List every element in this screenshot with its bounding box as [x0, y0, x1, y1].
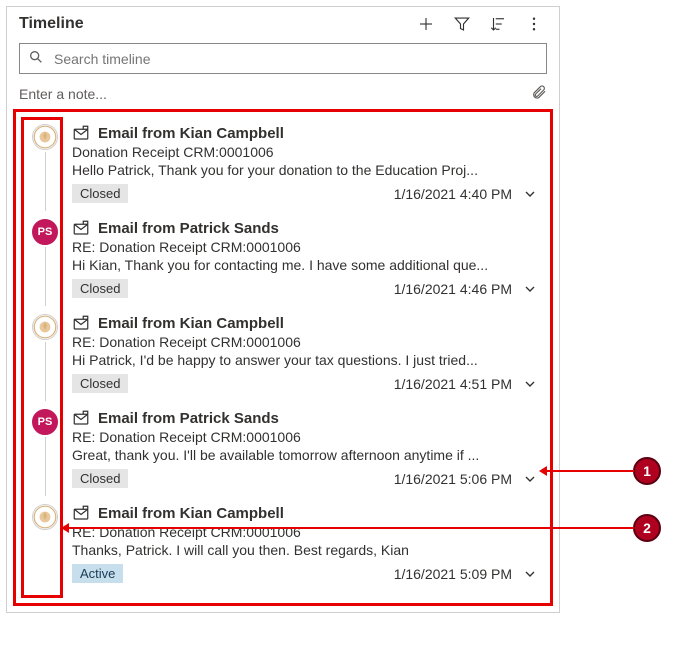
title-row: Email from Patrick Sands	[72, 219, 538, 237]
mail-icon	[72, 124, 90, 142]
chevron-down-icon[interactable]	[522, 281, 538, 297]
item-preview: Hi Patrick, I'd be happy to answer your …	[72, 352, 512, 368]
item-subject: Donation Receipt CRM:0001006	[72, 144, 538, 160]
timeline-connector	[45, 342, 46, 401]
timestamp: 1/16/2021 4:51 PM	[394, 376, 512, 392]
timestamp: 1/16/2021 5:09 PM	[394, 566, 512, 582]
title-row: Email from Patrick Sands	[72, 409, 538, 427]
callout-badge-1: 1	[633, 457, 661, 485]
item-subject: RE: Donation Receipt CRM:0001006	[72, 239, 538, 255]
item-footer: Active 1/16/2021 5:09 PM	[72, 564, 538, 583]
item-subject: RE: Donation Receipt CRM:0001006	[72, 334, 538, 350]
item-title: Email from Kian Campbell	[98, 125, 284, 142]
callout-arrow	[542, 470, 634, 472]
avatar: PS	[32, 409, 58, 435]
timeline-connector	[45, 247, 46, 306]
timeline-item[interactable]: Email from Kian Campbell Donation Receipt…	[24, 120, 542, 215]
timeline-item[interactable]: PS Email from Patrick Sands RE: Donation R…	[24, 215, 542, 310]
avatar	[32, 124, 58, 150]
mail-icon	[72, 314, 90, 332]
avatar-column: PS	[24, 409, 66, 496]
mail-icon	[72, 219, 90, 237]
chevron-down-icon[interactable]	[522, 566, 538, 582]
status-badge: Closed	[72, 374, 128, 393]
timeline-connector	[45, 152, 46, 211]
timestamp: 1/16/2021 4:40 PM	[394, 186, 512, 202]
mail-icon	[72, 409, 90, 427]
avatar	[32, 504, 58, 530]
item-content: Email from Patrick Sands RE: Donation Rec…	[66, 219, 542, 306]
search-icon	[28, 49, 44, 68]
page-title: Timeline	[19, 15, 417, 33]
attachment-icon[interactable]	[531, 84, 547, 103]
search-box[interactable]	[19, 43, 547, 74]
item-preview: Hello Patrick, Thank you for your donati…	[72, 162, 512, 178]
item-preview: Hi Kian, Thank you for contacting me. I …	[72, 257, 512, 273]
item-content: Email from Kian Campbell RE: Donation Rec…	[66, 314, 542, 401]
item-content: Email from Patrick Sands RE: Donation Rec…	[66, 409, 542, 496]
callout-1: 1	[542, 457, 661, 485]
sort-icon[interactable]	[489, 15, 507, 33]
chevron-down-icon[interactable]	[522, 376, 538, 392]
title-row: Email from Kian Campbell	[72, 124, 538, 142]
item-footer: Closed 1/16/2021 4:51 PM	[72, 374, 538, 393]
header-actions	[417, 15, 547, 33]
timestamp: 1/16/2021 5:06 PM	[394, 471, 512, 487]
item-preview: Great, thank you. I'll be available tomo…	[72, 447, 512, 463]
timeline-item[interactable]: PS Email from Patrick Sands RE: Donation R…	[24, 405, 542, 500]
avatar: PS	[32, 219, 58, 245]
item-preview: Thanks, Patrick. I will call you then. B…	[72, 542, 512, 558]
item-title: Email from Patrick Sands	[98, 410, 279, 427]
avatar	[32, 314, 58, 340]
item-title: Email from Kian Campbell	[98, 315, 284, 332]
search-input[interactable]	[52, 50, 538, 68]
more-icon[interactable]	[525, 15, 543, 33]
status-badge: Closed	[72, 184, 128, 203]
title-row: Email from Kian Campbell	[72, 314, 538, 332]
item-footer: Closed 1/16/2021 4:46 PM	[72, 279, 538, 298]
item-title: Email from Patrick Sands	[98, 220, 279, 237]
add-icon[interactable]	[417, 15, 435, 33]
status-badge: Active	[72, 564, 123, 583]
timeline-connector	[45, 437, 46, 496]
note-row[interactable]: Enter a note...	[7, 80, 559, 109]
item-footer: Closed 1/16/2021 4:40 PM	[72, 184, 538, 203]
callout-2: 2	[64, 514, 661, 542]
item-subject: RE: Donation Receipt CRM:0001006	[72, 429, 538, 445]
item-footer: Closed 1/16/2021 5:06 PM	[72, 469, 538, 488]
status-badge: Closed	[72, 469, 128, 488]
avatar-column: PS	[24, 219, 66, 306]
callout-badge-2: 2	[633, 514, 661, 542]
item-content: Email from Kian Campbell Donation Receipt…	[66, 124, 542, 211]
timestamp: 1/16/2021 4:46 PM	[394, 281, 512, 297]
timeline-item[interactable]: Email from Kian Campbell RE: Donation Rec…	[24, 310, 542, 405]
filter-icon[interactable]	[453, 15, 471, 33]
avatar-column	[24, 504, 66, 591]
avatar-column	[24, 314, 66, 401]
avatar-column	[24, 124, 66, 211]
callout-arrow	[64, 527, 634, 529]
note-placeholder: Enter a note...	[19, 86, 531, 102]
timeline-header: Timeline	[7, 7, 559, 37]
status-badge: Closed	[72, 279, 128, 298]
chevron-down-icon[interactable]	[522, 186, 538, 202]
